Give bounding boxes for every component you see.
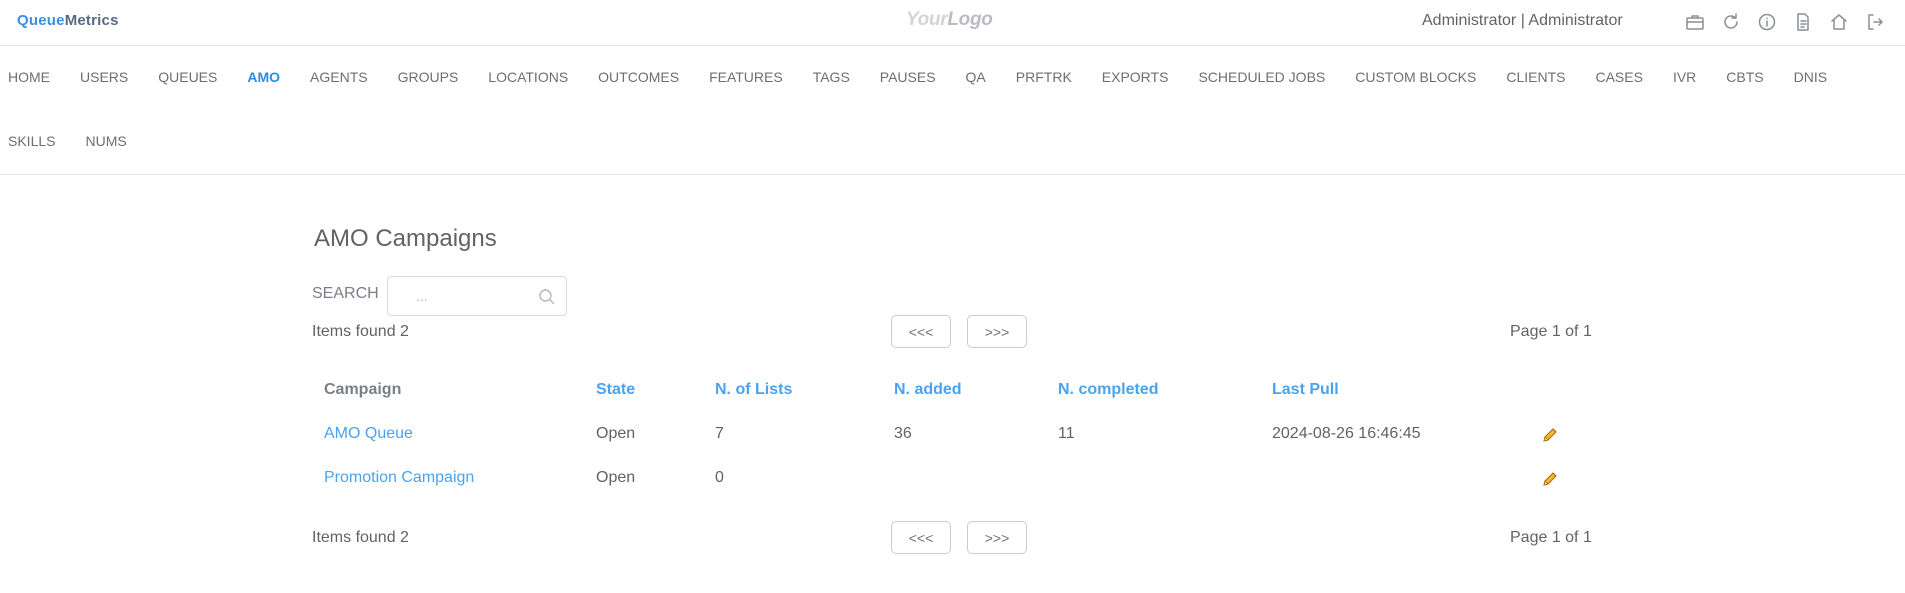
queuemetrics-logo[interactable]: QueueMetrics: [17, 12, 119, 29]
column-n-completed[interactable]: N. completed: [1058, 381, 1158, 399]
nav-item-pauses[interactable]: PAUSES: [880, 69, 936, 89]
document-icon[interactable]: [1791, 11, 1815, 33]
nav-item-cases[interactable]: CASES: [1595, 69, 1642, 89]
logout-icon[interactable]: [1863, 11, 1887, 33]
search-icon[interactable]: [538, 288, 556, 306]
nav-item-custom-blocks[interactable]: CUSTOM BLOCKS: [1355, 69, 1476, 89]
nav-item-skills[interactable]: SKILLS: [8, 133, 55, 153]
column-last-pull[interactable]: Last Pull: [1272, 381, 1339, 399]
nav-item-dnis[interactable]: DNIS: [1794, 69, 1827, 89]
column-state[interactable]: State: [596, 381, 635, 399]
nav-item-scheduled-jobs[interactable]: SCHEDULED JOBS: [1198, 69, 1325, 89]
prev-page-button-top[interactable]: <<<: [891, 315, 951, 348]
brand-part1: Queue: [17, 12, 65, 29]
items-found-top: Items found 2: [312, 323, 409, 340]
table-row: Promotion Campaign Open 0: [312, 469, 1612, 493]
next-page-button-top[interactable]: >>>: [967, 315, 1027, 348]
state-cell: Open: [596, 425, 636, 442]
nav-row-2: SKILLS NUMS: [0, 133, 149, 153]
nav-item-tags[interactable]: TAGS: [813, 69, 850, 89]
info-icon[interactable]: [1755, 11, 1779, 33]
nav-row-1: HOME USERS QUEUES AMO AGENTS GROUPS LOCATIONS O…: [0, 69, 1849, 89]
nav-item-clients[interactable]: CLIENTS: [1506, 69, 1565, 89]
column-n-of-lists[interactable]: N. of Lists: [715, 381, 792, 399]
nav-item-prftrk[interactable]: PRFTRK: [1016, 69, 1072, 89]
logo-part2: Logo: [947, 9, 993, 30]
nav-item-queues[interactable]: QUEUES: [158, 69, 217, 89]
refresh-icon[interactable]: [1719, 11, 1743, 33]
home-icon[interactable]: [1827, 11, 1851, 33]
nav-item-amo[interactable]: AMO: [247, 69, 280, 89]
lists-cell: 0: [715, 469, 724, 486]
nav-item-home[interactable]: HOME: [8, 69, 50, 89]
search-box: [387, 276, 567, 316]
column-campaign: Campaign: [324, 381, 402, 398]
search-label: SEARCH: [312, 285, 379, 302]
main-navigation: HOME USERS QUEUES AMO AGENTS GROUPS LOCATIONS O…: [0, 46, 1905, 175]
column-n-added[interactable]: N. added: [894, 381, 962, 399]
nav-item-locations[interactable]: LOCATIONS: [488, 69, 568, 89]
lists-cell: 7: [715, 425, 724, 442]
completed-cell: 11: [1058, 425, 1075, 442]
search-input[interactable]: [398, 285, 533, 307]
logo-part1: Your: [906, 9, 948, 30]
nav-item-cbts[interactable]: CBTS: [1726, 69, 1763, 89]
next-page-button-bottom[interactable]: >>>: [967, 521, 1027, 554]
page-title: AMO Campaigns: [314, 225, 497, 252]
nav-item-exports[interactable]: EXPORTS: [1102, 69, 1169, 89]
top-header: QueueMetrics YourLogo Administrator | Ad…: [0, 0, 1905, 46]
nav-item-groups[interactable]: GROUPS: [398, 69, 459, 89]
header-toolbar: [1683, 11, 1899, 33]
nav-item-features[interactable]: FEATURES: [709, 69, 783, 89]
table-row: AMO Queue Open 7 36 11 2024-08-26 16:46:…: [312, 425, 1612, 449]
campaign-link[interactable]: AMO Queue: [324, 425, 413, 443]
your-logo: YourLogo: [906, 9, 993, 31]
brand-part2: Metrics: [64, 12, 119, 29]
page-info-top: Page 1 of 1: [1510, 323, 1592, 340]
campaign-link[interactable]: Promotion Campaign: [324, 469, 474, 487]
items-found-bottom: Items found 2: [312, 529, 409, 546]
last-pull-cell: 2024-08-26 16:46:45: [1272, 425, 1421, 442]
nav-item-qa[interactable]: QA: [966, 69, 986, 89]
nav-item-users[interactable]: USERS: [80, 69, 128, 89]
nav-item-agents[interactable]: AGENTS: [310, 69, 368, 89]
edit-pencil-icon[interactable]: [1541, 426, 1559, 444]
state-cell: Open: [596, 469, 636, 486]
briefcase-icon[interactable]: [1683, 11, 1707, 33]
page-info-bottom: Page 1 of 1: [1510, 529, 1592, 546]
current-user: Administrator | Administrator: [1422, 12, 1623, 29]
prev-page-button-bottom[interactable]: <<<: [891, 521, 951, 554]
nav-item-nums[interactable]: NUMS: [85, 133, 126, 153]
edit-pencil-icon[interactable]: [1541, 470, 1559, 488]
nav-item-outcomes[interactable]: OUTCOMES: [598, 69, 679, 89]
nav-item-ivr[interactable]: IVR: [1673, 69, 1696, 89]
added-cell: 36: [894, 425, 912, 442]
